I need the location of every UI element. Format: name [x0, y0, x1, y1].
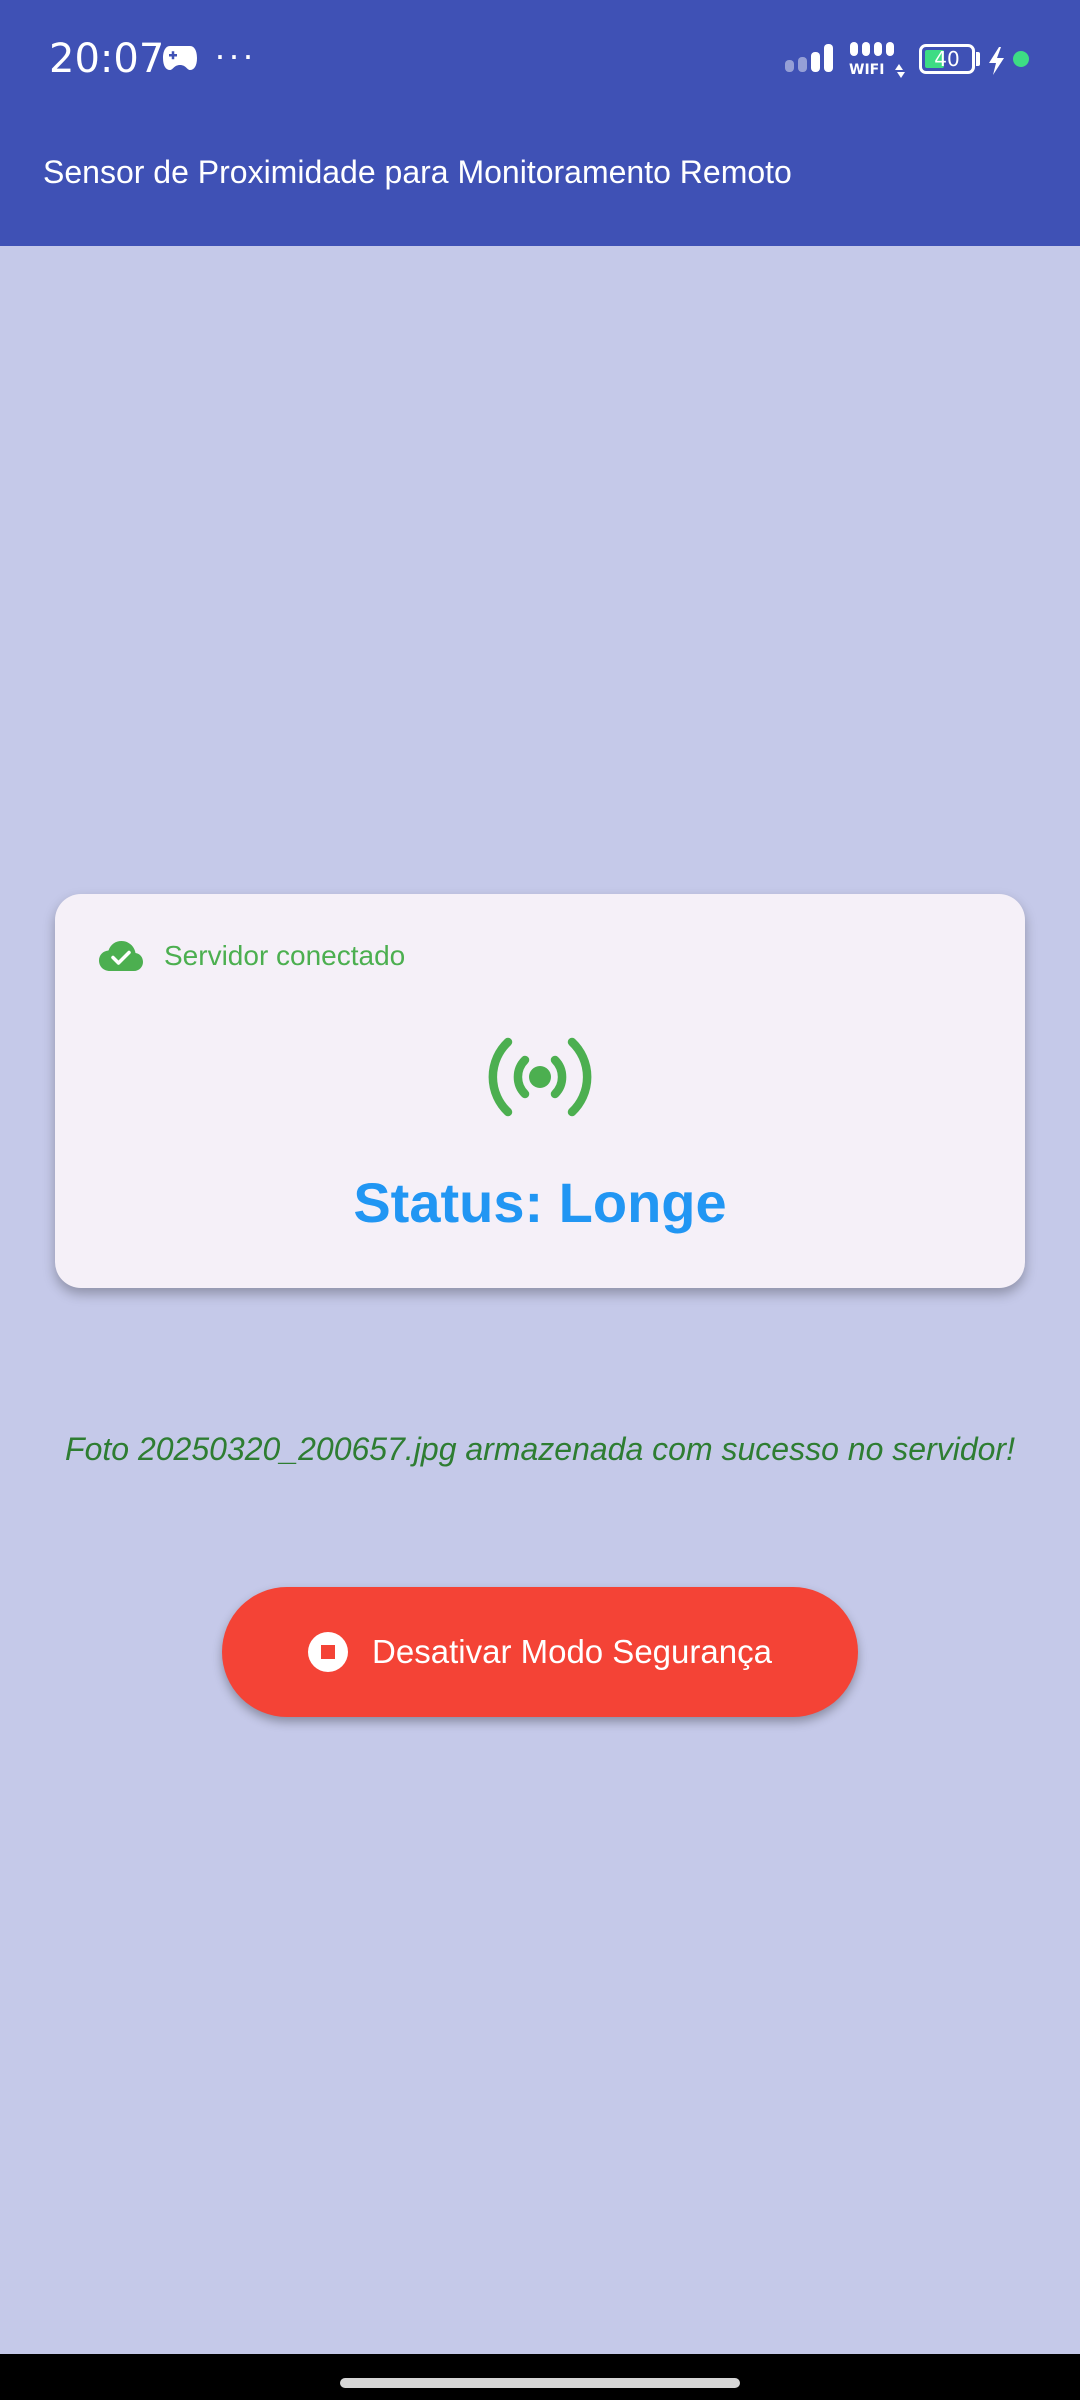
app-header: 20:07 ··· WIFI 40 Sensor de Proximidade …: [0, 0, 1080, 246]
proximity-status: Status: Longe: [353, 1171, 727, 1234]
disable-security-mode-button[interactable]: Desativar Modo Segurança: [222, 1587, 858, 1717]
cloud-check-icon: [99, 941, 143, 971]
battery-tip: [976, 52, 980, 66]
wifi-icon: WIFI: [849, 42, 905, 78]
gamepad-icon: [163, 46, 197, 70]
battery-level: 40: [934, 47, 960, 71]
dot-indicator: [1013, 51, 1029, 67]
navigation-bar: [0, 2354, 1080, 2400]
upload-message: Foto 20250320_200657.jpg armazenada com …: [65, 1431, 1015, 1467]
more-icon: ···: [214, 34, 256, 75]
status-card: Servidor conectado Status: Longe: [55, 894, 1025, 1288]
signal-icon: [785, 44, 833, 72]
svg-text:WIFI: WIFI: [849, 62, 884, 78]
status-time: 20:07: [49, 36, 165, 82]
home-gesture-handle[interactable]: [340, 2378, 740, 2388]
status-bar: 20:07 ··· WIFI 40: [0, 0, 1080, 120]
app-title: Sensor de Proximidade para Monitoramento…: [43, 154, 792, 190]
server-status-text: Servidor conectado: [164, 940, 406, 971]
disable-security-mode-label: Desativar Modo Segurança: [372, 1633, 772, 1670]
stop-circle-icon: [308, 1632, 349, 1672]
sensors-icon: [488, 1037, 592, 1117]
battery-icon: 40: [919, 44, 975, 74]
server-status-row: Servidor conectado: [98, 936, 405, 976]
charging-icon: [989, 47, 1004, 75]
